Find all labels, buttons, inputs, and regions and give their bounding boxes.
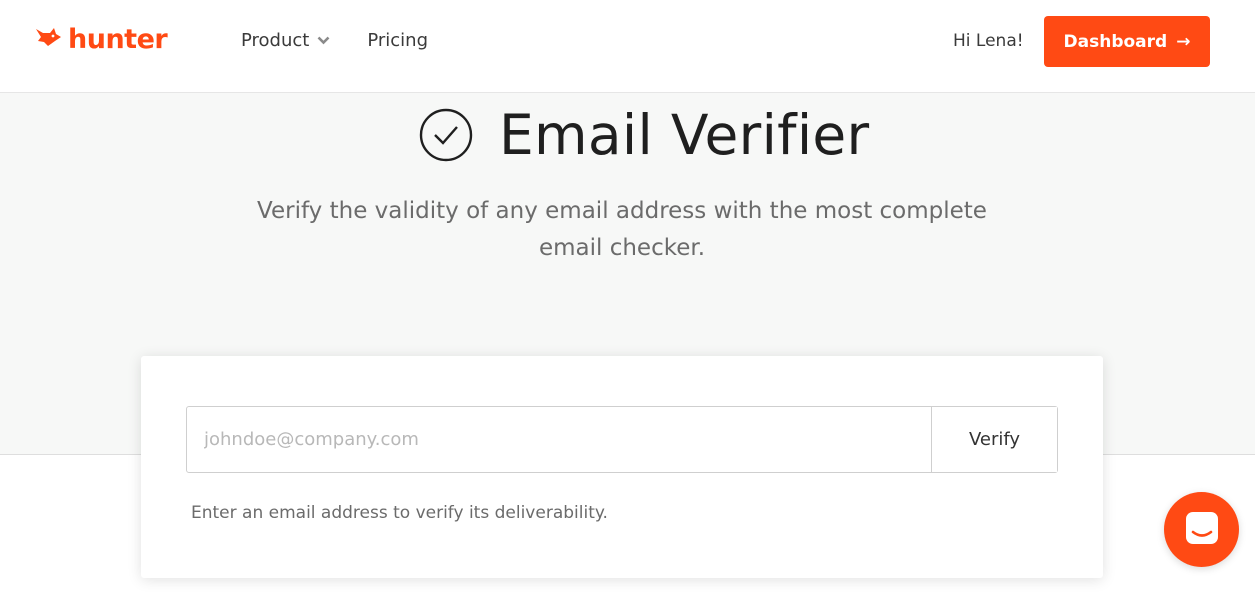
nav-pricing-label: Pricing [367, 30, 429, 51]
email-input[interactable] [187, 407, 931, 472]
dashboard-button-label: Dashboard [1063, 31, 1168, 52]
site-header: hunter Product Pricing Hi Lena! Dashboar… [0, 0, 1255, 93]
main-nav: Product Pricing [241, 30, 428, 51]
page-title: Email Verifier [499, 103, 870, 167]
user-greeting: Hi Lena! [953, 31, 1024, 51]
title-row: Email Verifier [419, 105, 869, 165]
fox-logo-icon [34, 25, 62, 53]
check-circle-icon [419, 108, 473, 162]
helper-text: Enter an email address to verify its del… [191, 503, 608, 523]
hunter-logo[interactable]: hunter [34, 22, 168, 56]
chat-bubble-icon [1183, 509, 1221, 551]
nav-pricing[interactable]: Pricing [367, 30, 428, 51]
email-input-group: Verify [186, 406, 1058, 473]
page-subtitle: Verify the validity of any email address… [257, 198, 987, 261]
chevron-down-icon [317, 36, 330, 45]
chat-launcher-button[interactable] [1164, 492, 1239, 567]
arrow-right-icon: → [1176, 31, 1191, 52]
logo-text: hunter [68, 23, 168, 55]
verifier-card: Verify Enter an email address to verify … [141, 356, 1103, 578]
dashboard-button[interactable]: Dashboard → [1044, 16, 1210, 67]
verify-button[interactable]: Verify [931, 407, 1057, 472]
nav-product[interactable]: Product [241, 30, 330, 51]
nav-product-label: Product [241, 30, 310, 51]
